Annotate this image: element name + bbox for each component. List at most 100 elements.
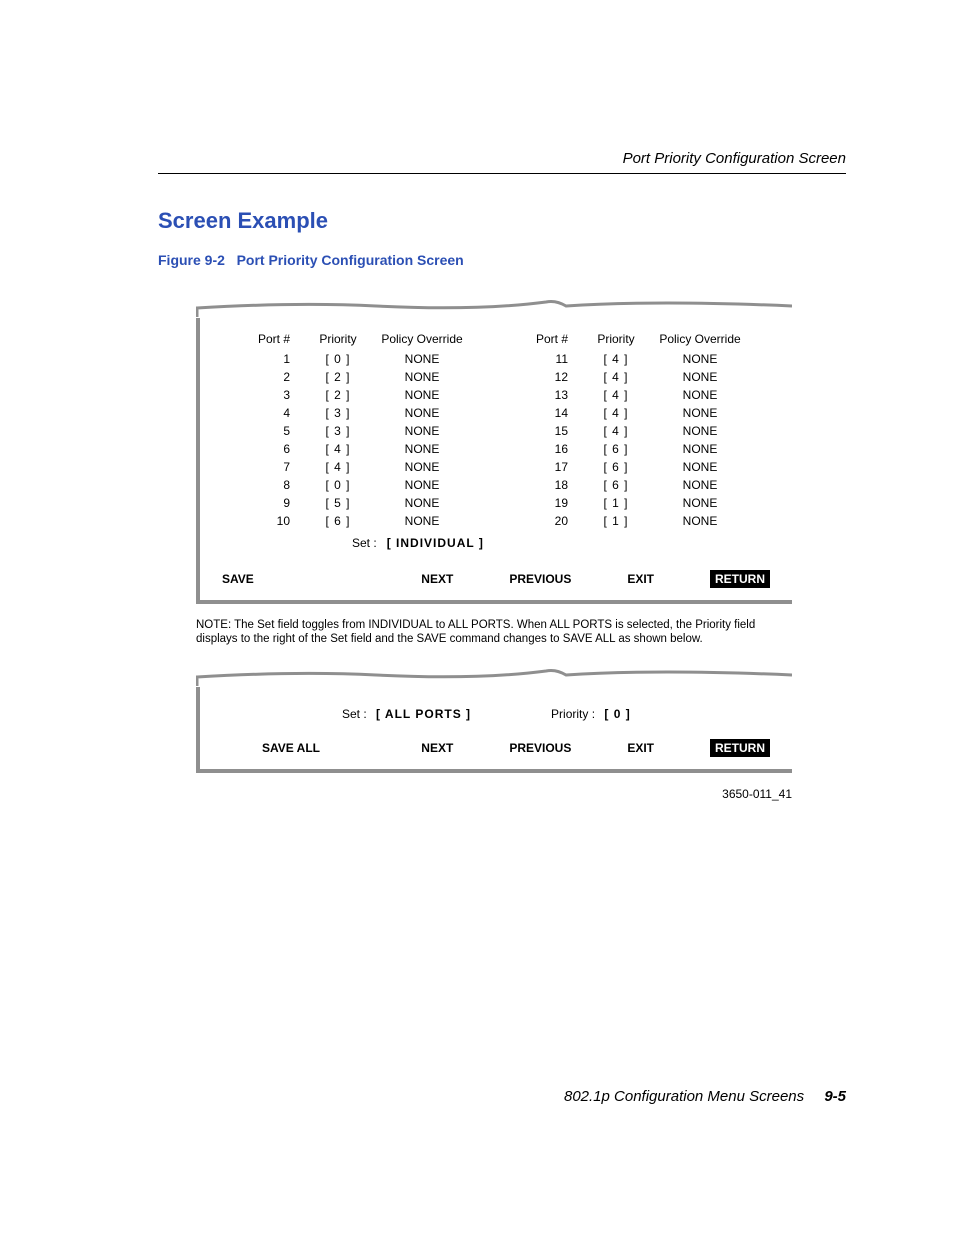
priority-value[interactable]: [ 4 ]	[308, 458, 368, 476]
port-number: 14	[516, 404, 586, 422]
policy-override-value: NONE	[646, 476, 754, 494]
col-header-override: Policy Override	[646, 332, 754, 346]
exit-command[interactable]: EXIT	[627, 572, 654, 586]
priority-value[interactable]: [ 4 ]	[586, 404, 646, 422]
table-row: 7[ 4 ]NONE	[238, 458, 476, 476]
previous-command[interactable]: PREVIOUS	[509, 741, 571, 755]
table-row: 17[ 6 ]NONE	[516, 458, 754, 476]
return-command[interactable]: RETURN	[710, 739, 770, 757]
running-header: Port Priority Configuration Screen	[158, 150, 846, 167]
policy-override-value: NONE	[646, 458, 754, 476]
header-rule	[158, 173, 846, 174]
figure-title: Port Priority Configuration Screen	[237, 252, 464, 268]
table-row: 13[ 4 ]NONE	[516, 386, 754, 404]
port-number: 5	[238, 422, 308, 440]
table-row: 15[ 4 ]NONE	[516, 422, 754, 440]
section-title: Screen Example	[158, 208, 846, 234]
policy-override-value: NONE	[368, 458, 476, 476]
priority-value[interactable]: [ 6 ]	[586, 458, 646, 476]
note-text: NOTE: The Set field toggles from INDIVID…	[196, 618, 792, 647]
port-number: 19	[516, 494, 586, 512]
port-number: 4	[238, 404, 308, 422]
policy-override-value: NONE	[646, 422, 754, 440]
policy-override-value: NONE	[368, 476, 476, 494]
table-row: 18[ 6 ]NONE	[516, 476, 754, 494]
priority-value[interactable]: [ 4 ]	[586, 368, 646, 386]
policy-override-value: NONE	[368, 404, 476, 422]
priority-value[interactable]: [ 2 ]	[308, 386, 368, 404]
table-row: 19[ 1 ]NONE	[516, 494, 754, 512]
port-number: 12	[516, 368, 586, 386]
port-number: 6	[238, 440, 308, 458]
priority-value[interactable]: [ 0 ]	[308, 350, 368, 368]
priority-value[interactable]: [ 1 ]	[586, 512, 646, 530]
table-row: 10[ 6 ]NONE	[238, 512, 476, 530]
table-row: 4[ 3 ]NONE	[238, 404, 476, 422]
port-number: 20	[516, 512, 586, 530]
policy-override-value: NONE	[368, 422, 476, 440]
priority-value[interactable]: [ 3 ]	[308, 422, 368, 440]
torn-edge-icon	[196, 296, 792, 318]
priority-value[interactable]: [ 2 ]	[308, 368, 368, 386]
set-value[interactable]: [ INDIVIDUAL ]	[387, 536, 484, 550]
policy-override-value: NONE	[646, 350, 754, 368]
save-all-command[interactable]: SAVE ALL	[262, 741, 320, 755]
policy-override-value: NONE	[368, 440, 476, 458]
priority-value[interactable]: [ 0 ]	[308, 476, 368, 494]
port-number: 3	[238, 386, 308, 404]
table-row: 2[ 2 ]NONE	[238, 368, 476, 386]
previous-command[interactable]: PREVIOUS	[509, 572, 571, 586]
port-number: 13	[516, 386, 586, 404]
set-label: Set :	[342, 707, 367, 721]
port-number: 2	[238, 368, 308, 386]
port-table-left: Port # Priority Policy Override 1[ 0 ]NO…	[238, 332, 476, 530]
priority-value[interactable]: [ 6 ]	[586, 476, 646, 494]
footer-book-title: 802.1p Configuration Menu Screens	[564, 1088, 804, 1105]
priority-value[interactable]: [ 6 ]	[308, 512, 368, 530]
priority-value[interactable]: [ 5 ]	[308, 494, 368, 512]
col-header-priority: Priority	[308, 332, 368, 346]
next-command[interactable]: NEXT	[421, 741, 453, 755]
table-row: 20[ 1 ]NONE	[516, 512, 754, 530]
port-number: 1	[238, 350, 308, 368]
artifact-id: 3650-011_41	[158, 787, 792, 801]
priority-value[interactable]: [ 3 ]	[308, 404, 368, 422]
port-number: 9	[238, 494, 308, 512]
allports-set-row: Set : [ ALL PORTS ] Priority : [ 0 ]	[222, 701, 770, 721]
torn-edge-icon	[196, 665, 792, 687]
policy-override-value: NONE	[646, 386, 754, 404]
table-row: 11[ 4 ]NONE	[516, 350, 754, 368]
table-row: 8[ 0 ]NONE	[238, 476, 476, 494]
table-row: 16[ 6 ]NONE	[516, 440, 754, 458]
port-number: 8	[238, 476, 308, 494]
save-command[interactable]: SAVE	[222, 572, 254, 586]
policy-override-value: NONE	[368, 386, 476, 404]
priority-value[interactable]: [ 1 ]	[586, 494, 646, 512]
port-number: 11	[516, 350, 586, 368]
port-table-right: Port # Priority Policy Override 11[ 4 ]N…	[516, 332, 754, 530]
set-field-line: Set : [ INDIVIDUAL ]	[222, 536, 770, 550]
col-header-port: Port #	[238, 332, 308, 346]
table-row: 6[ 4 ]NONE	[238, 440, 476, 458]
policy-override-value: NONE	[646, 512, 754, 530]
policy-override-value: NONE	[646, 368, 754, 386]
command-bar: SAVE NEXT PREVIOUS EXIT RETURN	[222, 570, 770, 588]
priority-value[interactable]: [ 6 ]	[586, 440, 646, 458]
exit-command[interactable]: EXIT	[627, 741, 654, 755]
priority-value[interactable]: [ 4 ]	[586, 422, 646, 440]
return-command[interactable]: RETURN	[710, 570, 770, 588]
priority-value[interactable]: [ 4 ]	[586, 350, 646, 368]
table-row: 3[ 2 ]NONE	[238, 386, 476, 404]
port-number: 16	[516, 440, 586, 458]
set-label: Set :	[352, 536, 377, 550]
table-row: 5[ 3 ]NONE	[238, 422, 476, 440]
next-command[interactable]: NEXT	[421, 572, 453, 586]
priority-value[interactable]: [ 4 ]	[586, 386, 646, 404]
priority-value[interactable]: [ 0 ]	[604, 707, 630, 721]
terminal-panel-main: Port # Priority Policy Override 1[ 0 ]NO…	[196, 296, 792, 604]
policy-override-value: NONE	[646, 494, 754, 512]
policy-override-value: NONE	[368, 368, 476, 386]
priority-value[interactable]: [ 4 ]	[308, 440, 368, 458]
set-value-allports[interactable]: [ ALL PORTS ]	[376, 707, 471, 721]
col-header-override: Policy Override	[368, 332, 476, 346]
